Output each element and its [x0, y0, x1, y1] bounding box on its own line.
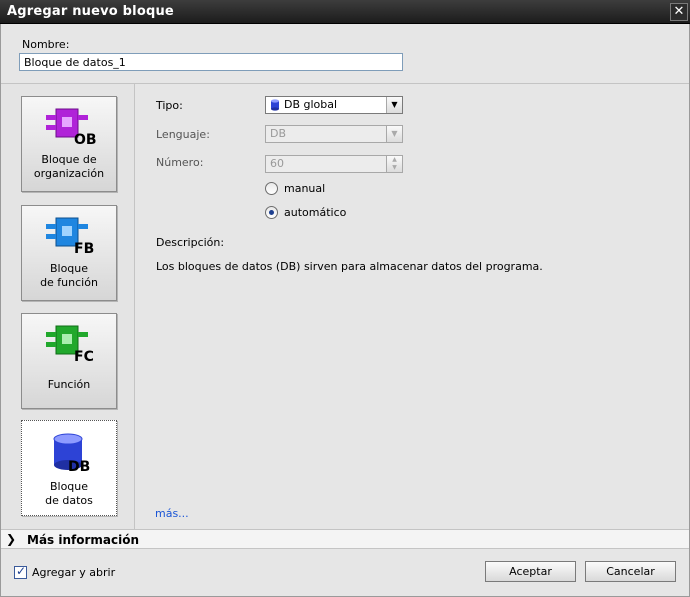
radio-selected-dot	[269, 210, 274, 215]
number-value: 60	[270, 157, 284, 170]
name-label: Nombre:	[22, 38, 70, 51]
description-text: Los bloques de datos (DB) sirven para al…	[156, 260, 543, 273]
add-and-open-label: Agregar y abrir	[32, 566, 116, 579]
description-title: Descripción:	[156, 236, 225, 249]
tile-label: Función	[47, 378, 91, 391]
block-type-ob-button[interactable]: OB Bloque de organización	[21, 96, 117, 192]
type-select-value: DB global	[284, 98, 338, 111]
ob-block-icon: OB	[46, 108, 96, 147]
block-type-fc-button[interactable]: FC Función	[21, 313, 117, 409]
radio-automatic[interactable]	[265, 206, 278, 219]
dialog-titlebar: Agregar nuevo bloque ✕	[0, 0, 690, 24]
block-settings-panel: Tipo: DB global ▼ Lenguaje: DB ▼ Número:…	[136, 84, 688, 529]
number-spinner: 60 ▲ ▼	[265, 155, 403, 173]
close-button[interactable]: ✕	[670, 3, 688, 21]
radio-automatic-label: automático	[284, 206, 347, 219]
number-label: Número:	[156, 156, 204, 169]
type-label: Tipo:	[156, 99, 183, 112]
svg-text:OB: OB	[74, 132, 96, 147]
language-label: Lenguaje:	[156, 128, 210, 141]
fb-block-icon: FB	[46, 217, 94, 256]
block-type-fb-button[interactable]: FB Bloque de función	[21, 205, 117, 301]
spin-arrows-icon: ▲ ▼	[386, 156, 402, 172]
checkmark-icon: ✓	[16, 564, 27, 578]
ok-button[interactable]: Aceptar	[485, 561, 576, 582]
fc-block-icon: FC	[46, 325, 94, 364]
tile-label: Bloque	[49, 262, 89, 275]
language-select-value: DB	[270, 127, 287, 140]
tile-label: de función	[40, 276, 98, 289]
add-and-open-checkbox[interactable]: ✓	[14, 564, 27, 579]
tile-label: Bloque	[49, 480, 89, 493]
name-input[interactable]	[19, 53, 403, 71]
dialog-title: Agregar nuevo bloque	[7, 4, 174, 19]
cancel-button[interactable]: Cancelar	[585, 561, 676, 582]
dropdown-arrow-icon: ▼	[386, 126, 402, 142]
block-type-db-button[interactable]: DB Bloque de datos	[21, 420, 117, 516]
db-block-icon: DB	[53, 433, 90, 473]
more-info-expander[interactable]: ❯ Más información	[1, 529, 689, 549]
db-small-icon	[271, 99, 279, 111]
language-select: DB ▼	[265, 125, 403, 143]
more-info-label: Más información	[27, 533, 140, 547]
radio-manual-label: manual	[284, 182, 326, 195]
more-link[interactable]: más...	[155, 507, 189, 520]
dropdown-arrow-icon: ▼	[386, 97, 402, 113]
block-type-panel: OB Bloque de organización FB Bloque de f…	[1, 84, 135, 529]
tile-label: de datos	[45, 494, 93, 507]
svg-text:FB: FB	[74, 241, 94, 256]
tile-label: Bloque de	[41, 153, 97, 166]
radio-manual[interactable]	[265, 182, 278, 195]
svg-text:DB: DB	[68, 459, 90, 473]
close-icon: ✕	[673, 4, 685, 19]
chevron-right-icon: ❯	[6, 532, 17, 546]
type-select[interactable]: DB global ▼	[265, 96, 403, 114]
tile-label: organización	[33, 167, 105, 180]
svg-text:FC: FC	[74, 349, 94, 364]
